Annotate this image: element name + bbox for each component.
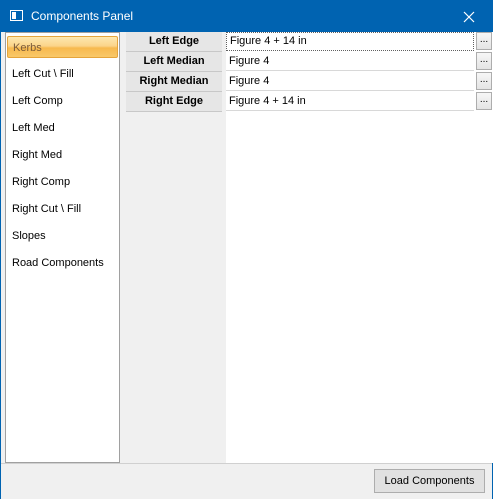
list-item-right-comp[interactable]: Right Comp [7,171,118,193]
title-bar[interactable]: Components Panel [1,1,492,32]
close-button[interactable] [446,1,492,32]
property-value-field[interactable]: Figure 4 [226,52,474,71]
property-value-field[interactable]: Figure 4 + 14 in [226,32,474,51]
list-item-road-components[interactable]: Road Components [7,252,118,274]
property-row-right-median: Right Median Figure 4 ... [126,72,493,92]
components-panel-window: Components Panel Kerbs Left Cut \ Fill L… [0,0,493,499]
list-item-right-cut-fill[interactable]: Right Cut \ Fill [7,198,118,220]
property-row-left-edge: Left Edge Figure 4 + 14 in ... [126,32,493,52]
list-item-left-med[interactable]: Left Med [7,117,118,139]
load-components-button[interactable]: Load Components [374,469,485,493]
property-label: Left Edge [126,32,222,52]
list-item-left-comp[interactable]: Left Comp [7,90,118,112]
property-label: Right Edge [126,92,222,112]
list-item-slopes[interactable]: Slopes [7,225,118,247]
property-grid: Left Edge Figure 4 + 14 in ... Left Medi… [122,32,493,463]
property-label: Right Median [126,72,222,92]
component-category-list[interactable]: Kerbs Left Cut \ Fill Left Comp Left Med… [5,32,120,463]
window-title: Components Panel [31,9,134,23]
browse-button[interactable]: ... [476,92,492,110]
list-item-right-med[interactable]: Right Med [7,144,118,166]
property-label: Left Median [126,52,222,72]
dialog-footer: Load Components [1,463,492,499]
list-item-kerbs[interactable]: Kerbs [7,36,118,58]
property-value-field[interactable]: Figure 4 + 14 in [226,92,474,111]
browse-button[interactable]: ... [476,32,492,50]
property-row-left-median: Left Median Figure 4 ... [126,52,493,72]
property-value-field[interactable]: Figure 4 [226,72,474,91]
property-row-right-edge: Right Edge Figure 4 + 14 in ... [126,92,493,112]
browse-button[interactable]: ... [476,52,492,70]
window-app-icon [10,10,23,21]
close-icon [463,11,475,22]
browse-button[interactable]: ... [476,72,492,90]
list-item-left-cut-fill[interactable]: Left Cut \ Fill [7,63,118,85]
